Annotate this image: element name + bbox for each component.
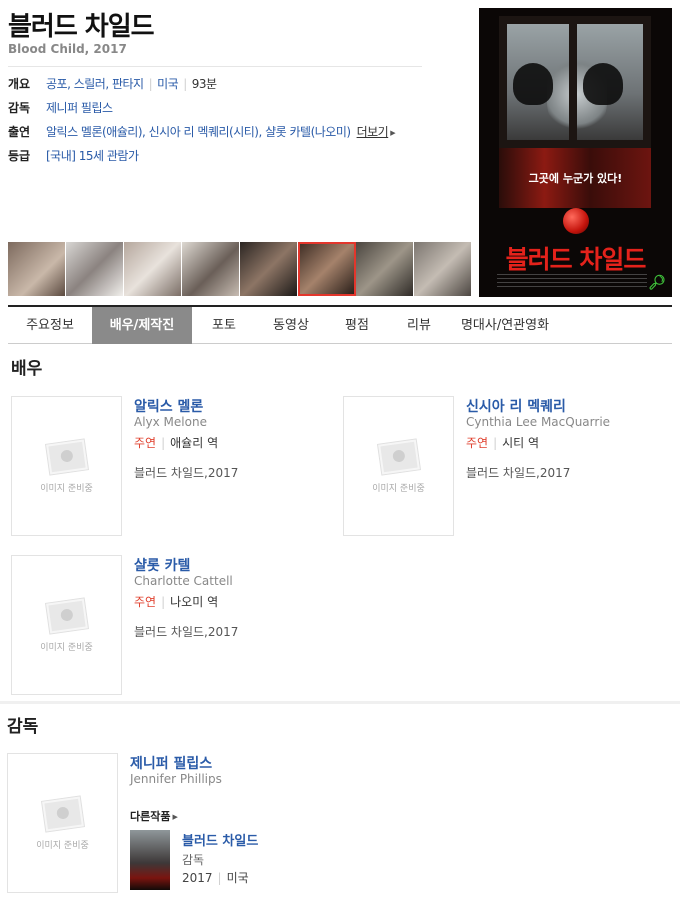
rating-row: 등급 [국내] 15세 관람가 [8, 148, 468, 172]
work-meta: 2017 | 미국 [182, 871, 249, 885]
page-title: 블러드 차일드 [8, 12, 155, 42]
still-thumbnail[interactable] [124, 242, 182, 296]
hand-right [583, 63, 623, 105]
divider: | [148, 77, 153, 91]
work-poster-thumbnail[interactable] [130, 830, 170, 890]
still-thumbnail[interactable] [240, 242, 298, 296]
stills-strip [8, 242, 472, 296]
actor-name[interactable]: 알릭스 멜론 [134, 396, 203, 416]
actor-name[interactable]: 샬롯 카텔 [134, 555, 190, 575]
still-thumbnail[interactable] [8, 242, 66, 296]
actor-photo-placeholder[interactable]: 이미지 준비중 [11, 396, 122, 536]
actor-role: 주연 | 나오미 역 [134, 595, 219, 609]
actor-name[interactable]: 신시아 리 멕퀘리 [466, 396, 566, 416]
image-placeholder-icon [46, 439, 88, 475]
actor-card: 이미지 준비중 신시아 리 멕퀘리 Cynthia Lee MacQuarrie… [343, 396, 673, 536]
section-divider [0, 701, 680, 704]
actor-film: 블러드 차일드,2017 [134, 625, 239, 639]
actor-film: 블러드 차일드,2017 [466, 466, 571, 480]
tab-videos[interactable]: 동영상 [256, 307, 326, 344]
image-placeholder-icon [42, 796, 84, 832]
overview-row: 개요 공포, 스릴러, 판타지 | 미국 | 93분 [8, 76, 468, 100]
actors-section-title: 배우 [11, 359, 43, 379]
director-section-title: 감독 [7, 717, 39, 737]
tab-ratings[interactable]: 평점 [326, 307, 388, 344]
director-photo-placeholder[interactable]: 이미지 준비중 [7, 753, 118, 893]
actor-role: 주연 | 시티 역 [466, 436, 540, 450]
tab-quotes-related[interactable]: 명대사/연관영화 [450, 307, 560, 344]
country-link[interactable]: 미국 [157, 77, 179, 91]
overview-label: 개요 [8, 77, 31, 91]
director-label: 감독 [8, 101, 31, 115]
work-role: 감독 [182, 853, 205, 867]
poster-tagline: 그곳에 누군가 있다! [528, 172, 623, 185]
still-thumbnail-selected[interactable] [298, 242, 356, 296]
caret-right-icon: ▶ [390, 129, 396, 137]
other-works-label[interactable]: 다른작품 ▶ [130, 808, 178, 824]
hand-left [513, 63, 553, 105]
more-cast-link[interactable]: 더보기 [357, 125, 389, 139]
red-balloon [563, 208, 589, 234]
movie-poster[interactable]: 그곳에 누군가 있다! 블러드 차일드 🔎︎ [479, 8, 672, 297]
still-thumbnail[interactable] [66, 242, 124, 296]
actor-role: 주연 | 애슐리 역 [134, 436, 219, 450]
actor-film: 블러드 차일드,2017 [134, 466, 239, 480]
cast-row: 출연 알릭스 멜론(애슐리), 신시아 리 멕퀘리(시티), 샬롯 카텔(나오미… [8, 124, 468, 148]
tab-photos[interactable]: 포토 [192, 307, 256, 344]
runtime: 93분 [191, 77, 217, 91]
director-row: 감독 제니퍼 필립스 [8, 100, 468, 124]
zoom-icon[interactable]: 🔎︎ [648, 275, 666, 291]
caret-right-icon: ▶ [172, 813, 178, 821]
genres-link[interactable]: 공포, 스릴러, 판타지 [46, 77, 144, 91]
image-placeholder-icon [46, 598, 88, 634]
tab-cast-crew[interactable]: 배우/제작진 [92, 307, 192, 344]
divider: | [183, 77, 187, 91]
poster-title: 블러드 차일드 [505, 245, 647, 274]
work-title-link[interactable]: 블러드 차일드 [182, 830, 258, 849]
tab-reviews[interactable]: 리뷰 [388, 307, 450, 344]
title-divider [8, 66, 422, 67]
director-name[interactable]: 제니퍼 필립스 [130, 753, 212, 773]
actor-card: 이미지 준비중 알릭스 멜론 Alyx Melone 주연 | 애슐리 역 블러드 … [11, 396, 341, 536]
actor-english-name: Cynthia Lee MacQuarrie [466, 415, 611, 429]
actor-english-name: Alyx Melone [134, 415, 207, 429]
rating-link[interactable]: [국내] 15세 관람가 [46, 148, 139, 164]
cast-link[interactable]: 알릭스 멜론(애슐리), 신시아 리 멕퀘리(시티), 샬롯 카텔(나오미) [46, 125, 351, 139]
actor-photo-placeholder[interactable]: 이미지 준비중 [11, 555, 122, 695]
cast-label: 출연 [8, 125, 31, 139]
image-placeholder-icon [378, 439, 420, 475]
still-thumbnail[interactable] [182, 242, 240, 296]
actor-photo-placeholder[interactable]: 이미지 준비중 [343, 396, 454, 536]
tab-bar: 주요정보 배우/제작진 포토 동영상 평점 리뷰 명대사/연관영화 [8, 305, 672, 344]
rating-label: 등급 [8, 149, 31, 163]
still-thumbnail[interactable] [414, 242, 472, 296]
actor-english-name: Charlotte Cattell [134, 574, 233, 588]
director-english-name: Jennifer Phillips [130, 772, 222, 786]
movie-info: 개요 공포, 스릴러, 판타지 | 미국 | 93분 감독 제니퍼 필립스 출연 알릭스… [8, 76, 468, 172]
director-link[interactable]: 제니퍼 필립스 [46, 100, 113, 116]
actor-card: 이미지 준비중 샬롯 카텔 Charlotte Cattell 주연 | 나오미 역… [11, 555, 341, 695]
page-subtitle: Blood Child, 2017 [8, 42, 127, 56]
still-thumbnail[interactable] [356, 242, 414, 296]
tab-main-info[interactable]: 주요정보 [8, 307, 92, 344]
